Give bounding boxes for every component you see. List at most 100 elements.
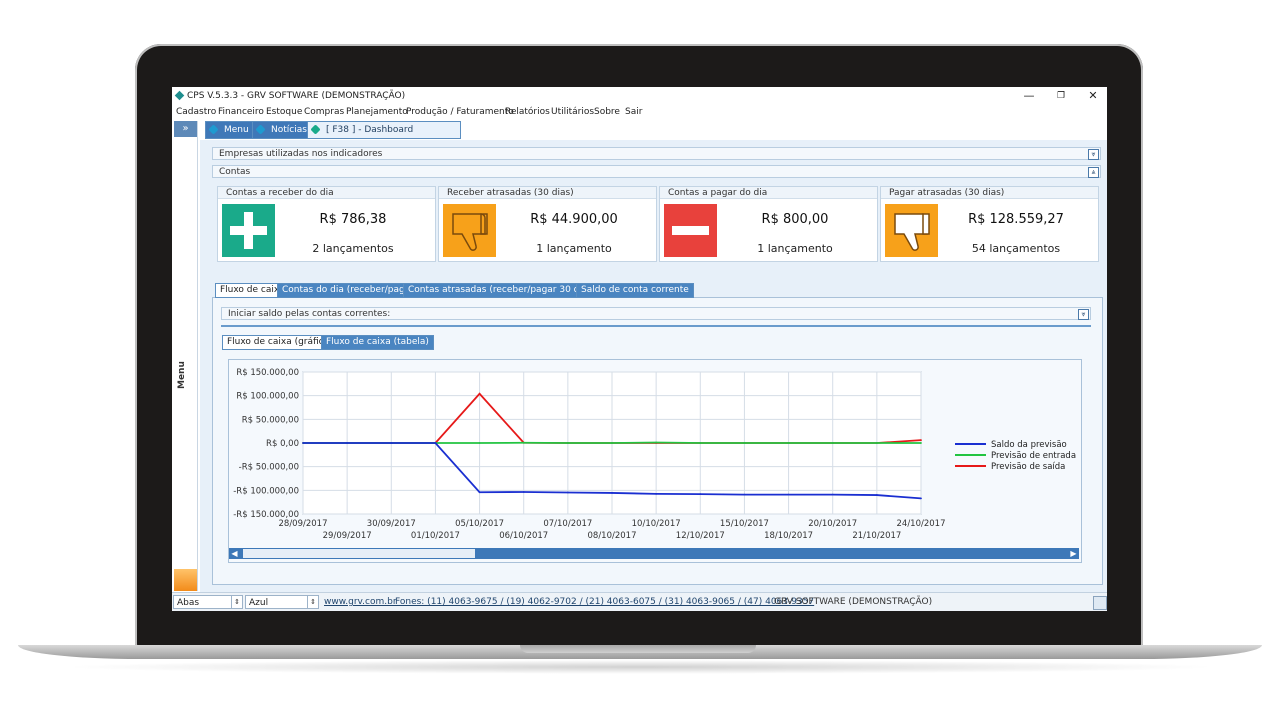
scroll-thumb[interactable] (243, 549, 475, 558)
card-value: R$ 786,38 (319, 212, 387, 227)
data-point (566, 491, 569, 494)
data-point (655, 441, 658, 444)
theme-select[interactable]: Azul ⇕ (245, 595, 319, 609)
plus-icon (222, 204, 275, 257)
tab-contas-do-dia[interactable]: Contas do dia (receber/pagar) (277, 283, 423, 298)
y-tick-label: -R$ 50.000,00 (239, 463, 299, 473)
card-value: R$ 128.559,27 (968, 212, 1064, 227)
tab-menu[interactable]: Menu (205, 121, 255, 139)
card-title: Receber atrasadas (30 dias) (439, 187, 656, 199)
tab-fluxo-tabela[interactable]: Fluxo de caixa (tabela) (321, 335, 434, 350)
thumbs-down-icon (443, 204, 496, 257)
tab-menu-label: Menu (224, 125, 249, 135)
side-menu-footer (174, 569, 197, 591)
data-point (566, 442, 569, 444)
section-empresas[interactable]: Empresas utilizadas nos indicadores ⩔ (212, 147, 1101, 160)
diamond-icon (208, 124, 219, 135)
x-tick-label: 24/10/2017 (897, 519, 946, 529)
x-tick-label: 15/10/2017 (720, 519, 769, 529)
side-menu-label[interactable]: Menu (177, 361, 187, 389)
y-tick-label: R$ 100.000,00 (236, 392, 299, 402)
website-link[interactable]: www.grv.com.br (324, 597, 397, 607)
section-contas-label: Contas (219, 167, 251, 177)
menu-cadastro[interactable]: Cadastro (176, 107, 216, 117)
data-point (522, 491, 525, 493)
menu-sair[interactable]: Sair (625, 107, 642, 117)
menu-bar: Cadastro Financeiro Estoque Compras Plan… (172, 105, 1107, 119)
menu-sobre[interactable]: Sobre (594, 107, 620, 117)
legend-label: Previsão de saída (991, 462, 1065, 472)
card-title: Pagar atrasadas (30 dias) (881, 187, 1098, 199)
tab-saldo-conta-corrente[interactable]: Saldo de conta corrente (576, 283, 694, 298)
app-logo-icon (174, 90, 185, 101)
data-point (920, 497, 922, 500)
collapse-icon[interactable]: ⩓ (1088, 167, 1099, 178)
menu-relatorios[interactable]: Relatórios (505, 107, 550, 117)
data-point (346, 442, 349, 444)
home-icon[interactable] (1093, 596, 1107, 610)
chart-scrollbar[interactable]: ◀ ▶ (229, 548, 1079, 559)
diamond-icon (255, 124, 266, 135)
spinner-icon[interactable]: ⇕ (307, 596, 318, 608)
data-point (831, 442, 834, 444)
section-saldo-label: Iniciar saldo pelas contas correntes: (228, 309, 391, 319)
tab-noticias[interactable]: Notícias (252, 121, 308, 139)
menu-compras[interactable]: Compras (304, 107, 344, 117)
cash-flow-chart: R$ 150.000,00 R$ 100.000,00 R$ 50.000,00 R$… (233, 368, 1076, 541)
scroll-right-icon[interactable]: ▶ (1068, 548, 1079, 559)
data-point (787, 442, 790, 444)
x-tick-label: 05/10/2017 (455, 519, 504, 529)
card-receber-atrasadas[interactable]: Receber atrasadas (30 dias) R$ 44.900,00… (438, 186, 657, 262)
splitter[interactable] (221, 325, 1091, 327)
laptop-shadow (60, 660, 1220, 674)
spinner-icon[interactable]: ⇕ (231, 596, 242, 608)
data-point (478, 442, 481, 444)
minimize-button[interactable]: — (1015, 89, 1043, 103)
tab-contas-atrasadas[interactable]: Contas atrasadas (receber/pagar 30 dias) (403, 283, 601, 298)
card-contas-receber-dia[interactable]: Contas a receber do dia R$ 786,38 2 lanç… (217, 186, 436, 262)
card-pagar-atrasadas[interactable]: Pagar atrasadas (30 dias) R$ 128.559,27 … (880, 186, 1099, 262)
menu-utilitarios[interactable]: Utilitários (551, 107, 594, 117)
tab-noticias-label: Notícias (271, 125, 307, 135)
data-point (831, 493, 834, 496)
expand-icon[interactable]: ⩔ (1078, 309, 1089, 320)
section-saldo-contas[interactable]: Iniciar saldo pelas contas correntes: ⩔ (221, 307, 1091, 320)
card-title: Contas a receber do dia (218, 187, 435, 199)
phones-link[interactable]: Fones: (11) 4063-9675 / (19) 4062-9702 /… (395, 597, 814, 607)
x-tick-label: 10/10/2017 (632, 519, 681, 529)
data-point (787, 493, 790, 496)
data-point (522, 441, 525, 444)
card-contas-pagar-dia[interactable]: Contas a pagar do dia R$ 800,00 1 lançam… (659, 186, 878, 262)
data-point (655, 492, 658, 495)
expand-icon[interactable]: ⩔ (1088, 149, 1099, 160)
menu-financeiro[interactable]: Financeiro (218, 107, 264, 117)
view-mode-select[interactable]: Abas ⇕ (173, 595, 243, 609)
x-tick-label: 28/09/2017 (279, 519, 328, 529)
x-tick-label: 20/10/2017 (808, 519, 857, 529)
legend-label: Saldo da previsão (991, 440, 1067, 450)
maximize-button[interactable]: ❐ (1047, 89, 1075, 103)
data-point (611, 492, 613, 494)
y-tick-label: R$ 50.000,00 (242, 415, 299, 425)
data-point (743, 493, 746, 496)
scroll-left-icon[interactable]: ◀ (229, 548, 240, 559)
data-point (699, 493, 702, 496)
x-tick-label: 07/10/2017 (543, 519, 592, 529)
x-tick-label: 01/10/2017 (411, 531, 460, 541)
x-tick-label: 12/10/2017 (676, 531, 725, 541)
menu-planejamento[interactable]: Planejamento (346, 107, 408, 117)
close-button[interactable]: ✕ (1079, 89, 1107, 103)
x-tick-label: 30/09/2017 (367, 519, 416, 529)
data-point (920, 442, 922, 444)
view-mode-value: Abas (177, 598, 200, 608)
y-tick-label: -R$ 100.000,00 (233, 486, 299, 496)
section-contas[interactable]: Contas ⩓ (212, 165, 1101, 178)
title-bar: CPS V.5.3.3 - GRV SOFTWARE (DEMONSTRAÇÃO… (172, 87, 1107, 105)
y-tick-label: R$ 150.000,00 (236, 368, 299, 378)
menu-estoque[interactable]: Estoque (266, 107, 302, 117)
tab-dashboard-financeiro[interactable]: [ F38 ] - Dashboard Financeiro ✕ (307, 121, 461, 151)
menu-producao-faturamento[interactable]: Produção / Faturamento (406, 107, 514, 117)
x-tick-label: 18/10/2017 (764, 531, 813, 541)
x-tick-label: 06/10/2017 (499, 531, 548, 541)
expand-menu-button[interactable]: » (174, 121, 197, 137)
